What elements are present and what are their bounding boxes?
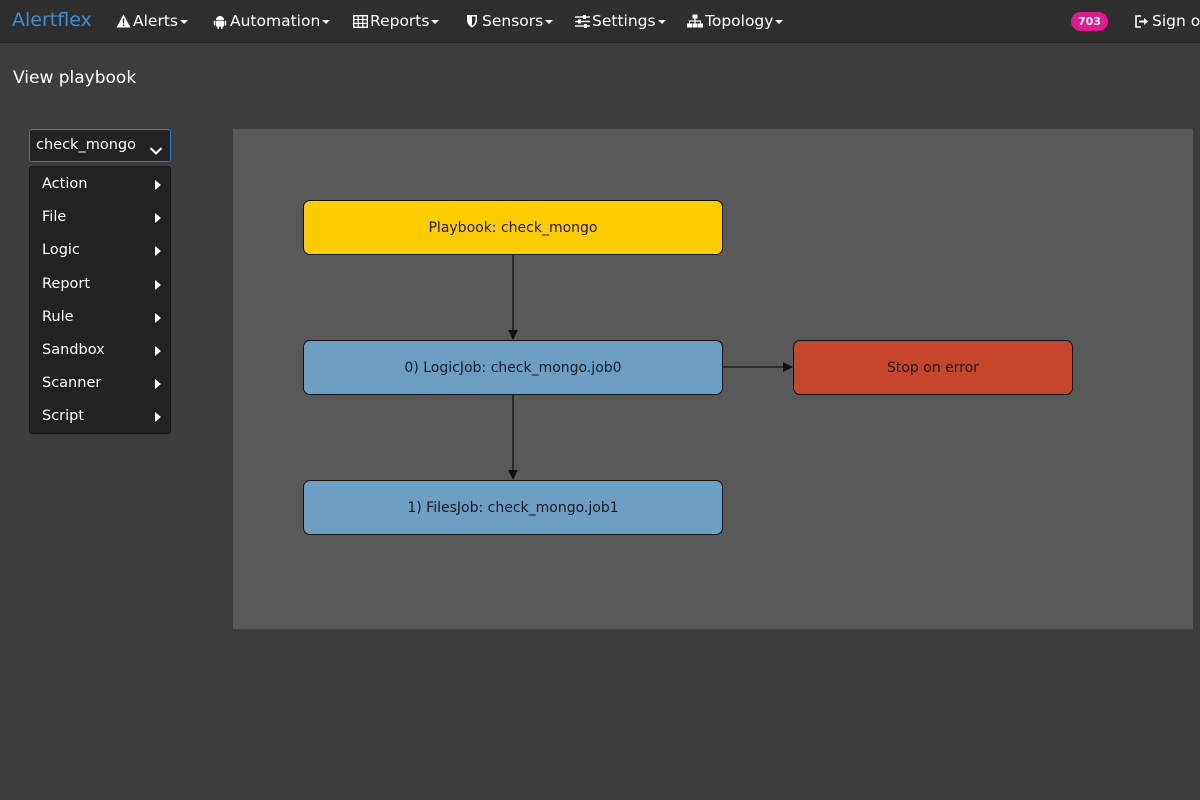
- caret-down-icon: [657, 20, 666, 24]
- sliders-icon: [574, 13, 590, 29]
- menu-item-action[interactable]: Action: [30, 168, 170, 201]
- menu-item-logic[interactable]: Logic: [30, 234, 170, 267]
- node-playbook-label: Playbook: check_mongo: [428, 219, 598, 236]
- sign-out-label: Sign out: [1152, 12, 1200, 30]
- menu-item-label: Sandbox: [42, 341, 105, 358]
- nav-reports-label: Reports: [370, 12, 430, 30]
- caret-right-icon: [155, 412, 161, 423]
- menu-item-script[interactable]: Script: [30, 400, 170, 433]
- nav-alerts[interactable]: Alerts: [115, 11, 188, 31]
- menu-item-label: Rule: [42, 308, 74, 325]
- caret-right-icon: [155, 213, 161, 224]
- nav-alerts-label: Alerts: [133, 12, 178, 30]
- nav-topology[interactable]: Topology: [687, 11, 784, 31]
- caret-right-icon: [155, 279, 161, 290]
- menu-item-sandbox[interactable]: Sandbox: [30, 334, 170, 367]
- caret-right-icon: [155, 312, 161, 323]
- notification-badge[interactable]: 703: [1071, 12, 1108, 31]
- menu-item-label: Report: [42, 275, 91, 292]
- table-icon: [352, 13, 368, 29]
- sitemap-icon: [687, 13, 703, 29]
- nav-settings[interactable]: Settings: [574, 11, 666, 31]
- chevron-down-icon: [149, 139, 163, 155]
- nav-sensors[interactable]: Sensors: [464, 11, 554, 31]
- caret-down-icon: [431, 20, 440, 24]
- shield-icon: [464, 13, 480, 29]
- nav-sensors-label: Sensors: [482, 12, 544, 30]
- node-stop-on-error[interactable]: Stop on error: [793, 340, 1073, 395]
- nav-automation-label: Automation: [230, 12, 321, 30]
- caret-down-icon: [775, 20, 784, 24]
- top-navbar: Alertflex Alerts Automation Reports Sens…: [0, 0, 1200, 43]
- sign-out-link[interactable]: Sign out: [1134, 11, 1200, 31]
- node-job1-label: 1) FilesJob: check_mongo.job1: [407, 499, 619, 516]
- menu-item-scanner[interactable]: Scanner: [30, 367, 170, 400]
- android-icon: [212, 13, 228, 29]
- node-playbook[interactable]: Playbook: check_mongo: [303, 200, 723, 255]
- menu-item-label: Scanner: [42, 375, 102, 392]
- menu-item-file[interactable]: File: [30, 201, 170, 234]
- caret-down-icon: [179, 20, 188, 24]
- nav-settings-label: Settings: [592, 12, 656, 30]
- node-job0[interactable]: 0) LogicJob: check_mongo.job0: [303, 340, 723, 395]
- caret-right-icon: [155, 246, 161, 257]
- menu-item-label: Script: [42, 408, 85, 425]
- sign-out-icon: [1134, 13, 1150, 29]
- menu-item-label: File: [42, 209, 67, 226]
- menu-item-rule[interactable]: Rule: [30, 301, 170, 334]
- warning-icon: [115, 13, 131, 29]
- menu-item-label: Action: [42, 176, 88, 192]
- menu-item-label: Logic: [42, 242, 80, 259]
- brand-logo[interactable]: Alertflex: [12, 8, 92, 32]
- nav-topology-label: Topology: [705, 12, 774, 30]
- nav-automation[interactable]: Automation: [212, 11, 331, 31]
- node-job0-label: 0) LogicJob: check_mongo.job0: [404, 359, 622, 376]
- job-type-menu: Action File Logic Report Rule Sandbox Sc…: [29, 166, 171, 434]
- page-title: View playbook: [13, 68, 137, 88]
- node-stop-label: Stop on error: [886, 359, 980, 376]
- menu-item-report[interactable]: Report: [30, 268, 170, 301]
- node-job1[interactable]: 1) FilesJob: check_mongo.job1: [303, 480, 723, 535]
- playbook-diagram-canvas[interactable]: Playbook: check_mongo 0) LogicJob: check…: [233, 129, 1193, 629]
- playbook-select-value: check_mongo: [36, 137, 136, 153]
- caret-right-icon: [155, 345, 161, 356]
- caret-right-icon: [155, 180, 161, 190]
- caret-down-icon: [322, 20, 331, 24]
- caret-down-icon: [545, 20, 554, 24]
- caret-right-icon: [155, 379, 161, 390]
- nav-reports[interactable]: Reports: [352, 11, 440, 31]
- playbook-select[interactable]: check_mongo: [29, 129, 171, 162]
